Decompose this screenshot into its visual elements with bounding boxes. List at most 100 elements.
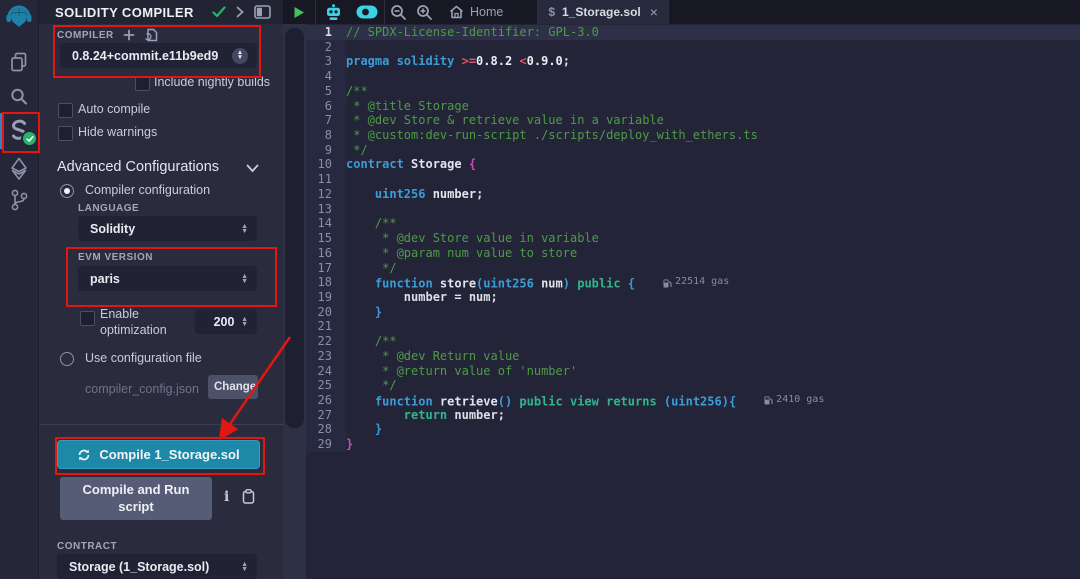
status-check-icon (212, 6, 226, 18)
tab-home[interactable]: Home (437, 0, 515, 24)
code-line: 16 * @param num value to store (306, 246, 1080, 261)
code-line: 11 (306, 172, 1080, 187)
code-text: } (346, 305, 1080, 320)
stepper-icon: ▲▼ (241, 224, 248, 234)
tab-file-label: 1_Storage.sol (562, 5, 641, 19)
code-text (346, 40, 1080, 55)
code-text (346, 202, 1080, 217)
add-compiler-icon[interactable] (123, 29, 135, 41)
line-number: 22 (306, 334, 346, 349)
nightly-builds-checkbox[interactable] (135, 76, 150, 91)
use-configuration-file-radio[interactable] (60, 352, 74, 366)
panel-scrollbar-thumb[interactable] (285, 28, 304, 428)
hide-warnings-checkbox[interactable] (58, 126, 73, 141)
line-number: 9 (306, 143, 346, 158)
code-text: /** (346, 334, 1080, 349)
auto-compile-label: Auto compile (78, 102, 150, 116)
optimization-runs-input[interactable]: 200 ▲▼ (195, 309, 257, 334)
contract-section-label: CONTRACT (57, 541, 117, 552)
close-tab-icon[interactable]: × (648, 4, 658, 20)
panel-layout-icon[interactable] (254, 5, 271, 19)
code-text: */ (346, 261, 1080, 276)
compiler-section-label: COMPILER (57, 30, 114, 41)
auto-compile-checkbox[interactable] (58, 103, 73, 118)
line-number: 6 (306, 99, 346, 114)
line-number: 24 (306, 364, 346, 379)
code-line: 10contract Storage { (306, 157, 1080, 172)
code-line: 29} (306, 437, 1080, 452)
zoom-out-icon[interactable] (385, 0, 411, 24)
line-number: 2 (306, 40, 346, 55)
compiler-version-select[interactable]: 0.8.24+commit.e11b9ed9 ▲▼ (60, 43, 257, 68)
file-explorer-icon[interactable] (0, 49, 38, 75)
code-text: number = num; (346, 290, 1080, 305)
chevron-down-icon[interactable] (246, 164, 259, 173)
evm-version-select[interactable]: paris ▲▼ (78, 266, 257, 291)
code-text (346, 319, 1080, 334)
toggle-icon[interactable] (350, 0, 384, 24)
gas-estimate: 22514 gas (663, 275, 729, 290)
tab-1-storage-sol[interactable]: $ 1_Storage.sol × (538, 0, 668, 24)
run-script-button[interactable] (283, 0, 315, 24)
code-line: 14 /** (306, 216, 1080, 231)
remix-logo[interactable] (0, 3, 38, 35)
line-number: 28 (306, 422, 346, 437)
code-line: 27 return number; (306, 408, 1080, 423)
contract-select[interactable]: Storage (1_Storage.sol) ▲▼ (57, 554, 257, 579)
code-text: * @param num value to store (346, 246, 1080, 261)
zoom-in-icon[interactable] (411, 0, 437, 24)
compile-and-run-button[interactable]: Compile and Run script (60, 477, 212, 520)
code-text: return number; (346, 408, 1080, 423)
line-number: 4 (306, 69, 346, 84)
language-value: Solidity (90, 222, 241, 236)
search-icon[interactable] (0, 85, 38, 109)
line-number: 7 (306, 113, 346, 128)
code-line: 21 (306, 319, 1080, 334)
code-line: 19 number = num; (306, 290, 1080, 305)
line-number: 25 (306, 378, 346, 393)
code-text: * @dev Return value (346, 349, 1080, 364)
panel-title: SOLIDITY COMPILER (55, 5, 202, 20)
code-text: * @return value of 'number' (346, 364, 1080, 379)
change-config-button[interactable]: Change (208, 375, 258, 399)
ai-assistant-robot-icon[interactable] (316, 0, 350, 24)
panel-scrollbar-track[interactable] (283, 24, 306, 579)
line-number: 16 (306, 246, 346, 261)
code-text: * @custom:dev-run-script ./scripts/deplo… (346, 128, 1080, 143)
code-line: 3pragma solidity >=0.8.2 <0.9.0; (306, 54, 1080, 69)
code-line: 9 */ (306, 143, 1080, 158)
refresh-icon (77, 448, 91, 462)
code-text: */ (346, 143, 1080, 158)
activity-bar (0, 0, 39, 579)
code-line: 24 * @return value of 'number' (306, 364, 1080, 379)
remix-ide-window: SOLIDITY COMPILER COMPILER (0, 0, 1080, 579)
chevron-right-icon[interactable] (236, 6, 244, 18)
tab-divider (668, 0, 669, 24)
code-text (346, 172, 1080, 187)
deploy-run-icon[interactable] (0, 155, 38, 183)
code-line: 22 /** (306, 334, 1080, 349)
code-text: } (346, 437, 1080, 452)
advanced-configurations-title[interactable]: Advanced Configurations (57, 159, 219, 175)
language-select[interactable]: Solidity ▲▼ (78, 216, 257, 241)
code-text: pragma solidity >=0.8.2 <0.9.0; (346, 54, 1080, 69)
code-editor[interactable]: 1// SPDX-License-Identifier: GPL-3.023pr… (283, 24, 1080, 579)
code-line: 13 (306, 202, 1080, 217)
git-icon[interactable] (0, 186, 38, 214)
info-icon[interactable]: i (224, 489, 229, 505)
clipboard-icon[interactable] (242, 489, 255, 504)
compiler-configuration-radio[interactable] (60, 184, 74, 198)
evm-version-label: EVM VERSION (78, 252, 153, 263)
code-line: 25 */ (306, 378, 1080, 393)
reload-compiler-file-icon[interactable] (144, 28, 158, 42)
compile-button[interactable]: Compile 1_Storage.sol (57, 440, 260, 469)
enable-optimization-checkbox[interactable] (80, 311, 95, 326)
code-line: 18 function store(uint256 num) public {2… (306, 275, 1080, 290)
code-line: 2 (306, 40, 1080, 55)
line-number: 14 (306, 216, 346, 231)
code-line: 5/** (306, 84, 1080, 99)
code-text (346, 69, 1080, 84)
line-number: 23 (306, 349, 346, 364)
line-number: 8 (306, 128, 346, 143)
compiler-configuration-label: Compiler configuration (85, 183, 210, 197)
